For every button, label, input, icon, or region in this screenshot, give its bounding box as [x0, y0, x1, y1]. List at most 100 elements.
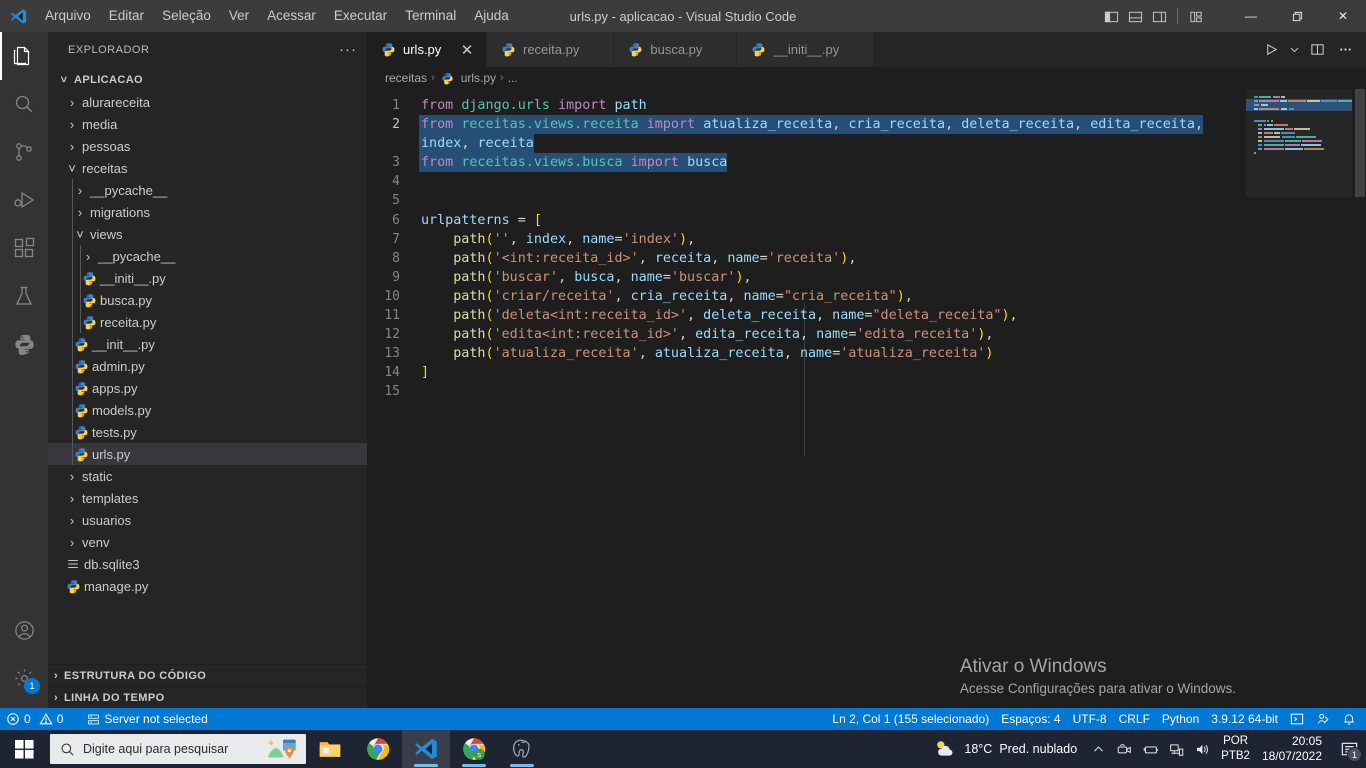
status-cursor-position[interactable]: Ln 2, Col 1 (155 selecionado): [826, 708, 995, 730]
customize-layout-icon[interactable]: [1184, 0, 1208, 32]
panel-outline[interactable]: › ESTRUTURA DO CÓDIGO: [48, 664, 367, 686]
status-problems[interactable]: 0 0: [0, 708, 69, 730]
menu-executar[interactable]: Executar: [325, 0, 396, 32]
taskbar-search-box[interactable]: Digite aqui para pesquisar: [50, 734, 306, 764]
line-text: [419, 172, 421, 191]
start-button-icon[interactable]: [0, 730, 48, 768]
tray-battery-icon[interactable]: [1137, 730, 1163, 768]
toggle-primary-sidebar-icon[interactable]: [1099, 0, 1123, 32]
taskbar-chrome-icon[interactable]: [354, 730, 402, 768]
code-content[interactable]: 1 from django.urls import path 2 from recei…: [367, 89, 1366, 708]
close-button[interactable]: ✕: [1320, 0, 1366, 32]
status-notifications-bell-icon[interactable]: [1336, 708, 1362, 730]
activity-python-icon[interactable]: [0, 320, 48, 368]
status-eol[interactable]: CRLF: [1113, 708, 1156, 730]
toggle-panel-icon[interactable]: [1123, 0, 1147, 32]
status-bar: 0 0 Server not selected Ln 2, Col 1 (155…: [0, 708, 1366, 730]
chevron-down-icon[interactable]: [1286, 32, 1302, 67]
status-server[interactable]: Server not selected: [81, 708, 213, 730]
scrollbar-thumb[interactable]: [1355, 89, 1365, 197]
tray-meet-now-icon[interactable]: [1111, 730, 1137, 768]
activity-explorer-icon[interactable]: [0, 32, 48, 80]
editor-minimap[interactable]: [1246, 89, 1352, 708]
menu-acessar[interactable]: Acessar: [258, 0, 325, 32]
activity-search-icon[interactable]: [0, 80, 48, 128]
tray-volume-icon[interactable]: [1189, 730, 1215, 768]
status-live-share-icon[interactable]: [1310, 708, 1336, 730]
menu-arquivo[interactable]: Arquivo: [36, 0, 100, 32]
taskbar-weather-widget[interactable]: 18°C Pred. nublado: [925, 739, 1085, 759]
tab-close-icon[interactable]: ✕: [458, 41, 476, 59]
editor-more-actions-icon[interactable]: [1332, 32, 1358, 67]
maximize-button[interactable]: [1274, 0, 1320, 32]
toggle-secondary-sidebar-icon[interactable]: [1147, 0, 1171, 32]
tree-item-templates[interactable]: › templates: [48, 487, 367, 509]
minimize-button[interactable]: —: [1228, 0, 1274, 32]
taskbar-file-explorer-icon[interactable]: [306, 730, 354, 768]
tree-item-db-sqlite3[interactable]: db.sqlite3: [48, 553, 367, 575]
tree-item-urls-py[interactable]: urls.py: [48, 443, 367, 465]
activity-testing-icon[interactable]: [0, 272, 48, 320]
activity-source-control-icon[interactable]: [0, 128, 48, 176]
taskbar-chrome-profile-icon[interactable]: s: [450, 730, 498, 768]
tree-item-models-py[interactable]: models.py: [48, 399, 367, 421]
activity-manage-gear-icon[interactable]: 1: [0, 654, 48, 702]
breadcrumb-symbol[interactable]: ...: [508, 71, 518, 85]
status-language-mode[interactable]: Python: [1156, 708, 1205, 730]
tree-item-manage-py[interactable]: manage.py: [48, 575, 367, 597]
tree-root-aplicacao[interactable]: ˅ APLICACAO: [48, 69, 367, 91]
status-open-terminal-icon[interactable]: [1284, 708, 1310, 730]
tree-item-venv[interactable]: › venv: [48, 531, 367, 553]
editor-tab-urls-py[interactable]: urls.py ✕: [367, 32, 487, 67]
menu-ver[interactable]: Ver: [220, 0, 258, 32]
tree-item---initi---py[interactable]: __initi__.py: [48, 267, 367, 289]
status-python-interpreter[interactable]: 3.9.12 64-bit: [1205, 708, 1284, 730]
tree-item-busca-py[interactable]: busca.py: [48, 289, 367, 311]
status-indentation[interactable]: Espaços: 4: [995, 708, 1066, 730]
tree-item-receita-py[interactable]: receita.py: [48, 311, 367, 333]
tree-item---init---py[interactable]: __init__.py: [48, 333, 367, 355]
breadcrumb-folder[interactable]: receitas: [385, 71, 427, 85]
tree-item-views[interactable]: ˅ views: [48, 223, 367, 245]
editor-scrollbar[interactable]: [1352, 89, 1366, 708]
menu-selecao[interactable]: Seleção: [153, 0, 220, 32]
tree-item-migrations[interactable]: › migrations: [48, 201, 367, 223]
line-text: [419, 191, 421, 210]
activity-extensions-icon[interactable]: [0, 224, 48, 272]
menu-terminal[interactable]: Terminal: [396, 0, 465, 32]
tree-item-alurareceita[interactable]: › alurareceita: [48, 91, 367, 113]
panel-timeline[interactable]: › LINHA DO TEMPO: [48, 686, 367, 708]
editor-tab-busca-py[interactable]: busca.py: [614, 32, 738, 67]
tree-item---pycache--[interactable]: › __pycache__: [48, 179, 367, 201]
editor-tab-receita-py[interactable]: receita.py: [487, 32, 615, 67]
taskbar-language-indicator[interactable]: POR PTB2: [1215, 734, 1256, 764]
code-editor[interactable]: 1 from django.urls import path 2 from recei…: [367, 89, 1366, 708]
taskbar-vscode-icon[interactable]: [402, 730, 450, 768]
activity-run-debug-icon[interactable]: [0, 176, 48, 224]
tray-network-icon[interactable]: [1163, 730, 1189, 768]
taskbar-clock[interactable]: 20:05 18/07/2022: [1256, 734, 1332, 764]
run-python-file-icon[interactable]: [1258, 32, 1284, 67]
tree-item-usuarios[interactable]: › usuarios: [48, 509, 367, 531]
activity-accounts-icon[interactable]: [0, 606, 48, 654]
tree-item-receitas[interactable]: ˅ receitas: [48, 157, 367, 179]
tree-item-tests-py[interactable]: tests.py: [48, 421, 367, 443]
tree-item-apps-py[interactable]: apps.py: [48, 377, 367, 399]
menu-ajuda[interactable]: Ajuda: [465, 0, 518, 32]
breadcrumb-file[interactable]: urls.py: [461, 71, 496, 85]
status-encoding[interactable]: UTF-8: [1067, 708, 1113, 730]
tree-item-static[interactable]: › static: [48, 465, 367, 487]
menu-editar[interactable]: Editar: [100, 0, 153, 32]
explorer-more-actions-icon[interactable]: ···: [339, 42, 357, 57]
tray-chevron-up-icon[interactable]: [1085, 730, 1111, 768]
tree-item---pycache--[interactable]: › __pycache__: [48, 245, 367, 267]
taskbar-postgresql-icon[interactable]: [498, 730, 546, 768]
tree-item-media[interactable]: › media: [48, 113, 367, 135]
tree-item-pessoas[interactable]: › pessoas: [48, 135, 367, 157]
taskbar-notifications-icon[interactable]: 1: [1332, 730, 1366, 768]
split-editor-icon[interactable]: [1304, 32, 1330, 67]
line-text: from django.urls import path: [421, 98, 647, 113]
tree-item-admin-py[interactable]: admin.py: [48, 355, 367, 377]
editor-tab---initi---py[interactable]: __initi__.py: [737, 32, 875, 67]
tree-item-label: manage.py: [84, 578, 149, 594]
